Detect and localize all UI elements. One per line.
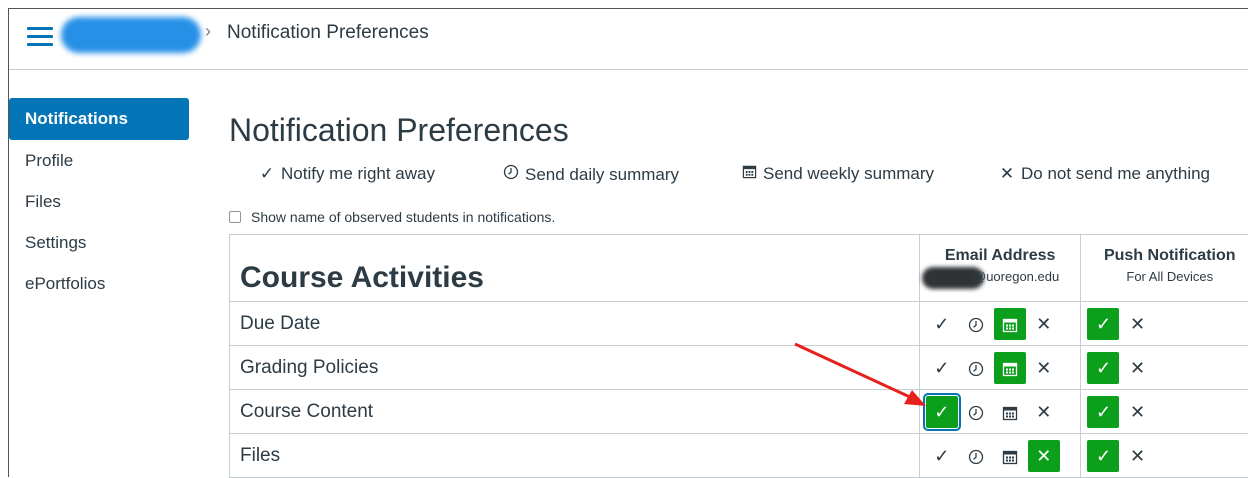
push-check-option-check-icon[interactable]: ✓ <box>1087 352 1119 384</box>
breadcrumb-current: Notification Preferences <box>227 22 429 44</box>
push-options: ✓✕ <box>1081 434 1248 478</box>
push-check-option-check-icon[interactable]: ✓ <box>1087 308 1119 340</box>
push-check-option-check-icon[interactable]: ✓ <box>1087 440 1119 472</box>
email-options: ✓✕ <box>919 390 1081 434</box>
x-icon: ✕ <box>997 164 1017 184</box>
check-icon: ✓ <box>257 164 277 184</box>
legend-right-away: ✓Notify me right away <box>257 164 435 184</box>
table-row: Grading Policies✓✕✓✕ <box>230 346 1248 390</box>
section-title: Course Activities <box>230 235 920 302</box>
push-options: ✓✕ <box>1081 346 1248 390</box>
email-x-option-x-icon[interactable]: ✕ <box>1028 396 1060 428</box>
email-x-option-x-icon[interactable]: ✕ <box>1028 308 1060 340</box>
page-title: Notification Preferences <box>229 112 569 149</box>
email-check-option-check-icon[interactable]: ✓ <box>926 352 958 384</box>
legend: ✓Notify me right away Send daily summary… <box>229 164 1239 190</box>
email-clock-option-clock-icon[interactable] <box>960 308 992 340</box>
email-clock-option-clock-icon[interactable] <box>960 440 992 472</box>
preferences-table: Course Activities Email Address @uoregon… <box>229 234 1248 478</box>
clock-icon <box>501 164 521 185</box>
redacted-course-name <box>61 17 201 53</box>
push-check-option-check-icon[interactable]: ✓ <box>1087 396 1119 428</box>
table-row: Due Date✓✕✓✕ <box>230 302 1248 346</box>
top-bar: › Notification Preferences <box>9 9 1248 70</box>
email-check-option-check-icon[interactable]: ✓ <box>926 440 958 472</box>
push-options: ✓✕ <box>1081 390 1248 434</box>
email-options: ✓✕ <box>919 346 1081 390</box>
email-options: ✓✕ <box>919 434 1081 478</box>
hamburger-menu-icon[interactable] <box>27 27 53 47</box>
email-calendar-option-calendar-icon[interactable] <box>994 308 1026 340</box>
sidebar-item-profile[interactable]: Profile <box>9 141 189 181</box>
notification-category-label: Course Content <box>230 390 920 434</box>
push-x-option-x-icon[interactable]: ✕ <box>1121 308 1153 340</box>
email-x-option-x-icon[interactable]: ✕ <box>1028 352 1060 384</box>
sidebar-item-notifications[interactable]: Notifications <box>9 98 189 140</box>
calendar-icon <box>739 164 759 184</box>
email-calendar-option-calendar-icon[interactable] <box>994 396 1026 428</box>
email-clock-option-clock-icon[interactable] <box>960 352 992 384</box>
email-calendar-option-calendar-icon[interactable] <box>994 352 1026 384</box>
observed-students-checkbox-label[interactable]: Show name of observed students in notifi… <box>229 209 555 225</box>
legend-never: ✕Do not send me anything <box>997 164 1210 184</box>
email-column-header: Email Address @uoregon.edu <box>919 235 1081 302</box>
table-row: Course Content✓✕✓✕ <box>230 390 1248 434</box>
push-column-header: Push Notification For All Devices <box>1081 235 1248 302</box>
sidebar: Notifications Profile Files Settings ePo… <box>9 98 189 305</box>
observed-students-checkbox[interactable] <box>229 211 241 223</box>
legend-daily: Send daily summary <box>501 164 679 185</box>
notification-category-label: Due Date <box>230 302 920 346</box>
sidebar-item-files[interactable]: Files <box>9 182 189 222</box>
email-clock-option-clock-icon[interactable] <box>960 396 992 428</box>
email-options: ✓✕ <box>919 302 1081 346</box>
email-calendar-option-calendar-icon[interactable] <box>994 440 1026 472</box>
notification-category-label: Grading Policies <box>230 346 920 390</box>
sidebar-item-settings[interactable]: Settings <box>9 223 189 263</box>
table-header-row: Course Activities Email Address @uoregon… <box>230 235 1248 302</box>
sidebar-item-eportfolios[interactable]: ePortfolios <box>9 264 189 304</box>
push-x-option-x-icon[interactable]: ✕ <box>1121 352 1153 384</box>
push-options: ✓✕ <box>1081 302 1248 346</box>
push-x-option-x-icon[interactable]: ✕ <box>1121 396 1153 428</box>
email-check-option-check-icon[interactable]: ✓ <box>926 308 958 340</box>
table-row: Files✓✕✓✕ <box>230 434 1248 478</box>
breadcrumb-separator-icon: › <box>205 21 211 42</box>
legend-weekly: Send weekly summary <box>739 164 934 184</box>
notification-category-label: Files <box>230 434 920 478</box>
push-x-option-x-icon[interactable]: ✕ <box>1121 440 1153 472</box>
email-x-option-x-icon[interactable]: ✕ <box>1028 440 1060 472</box>
email-check-option-check-icon[interactable]: ✓ <box>926 396 958 428</box>
